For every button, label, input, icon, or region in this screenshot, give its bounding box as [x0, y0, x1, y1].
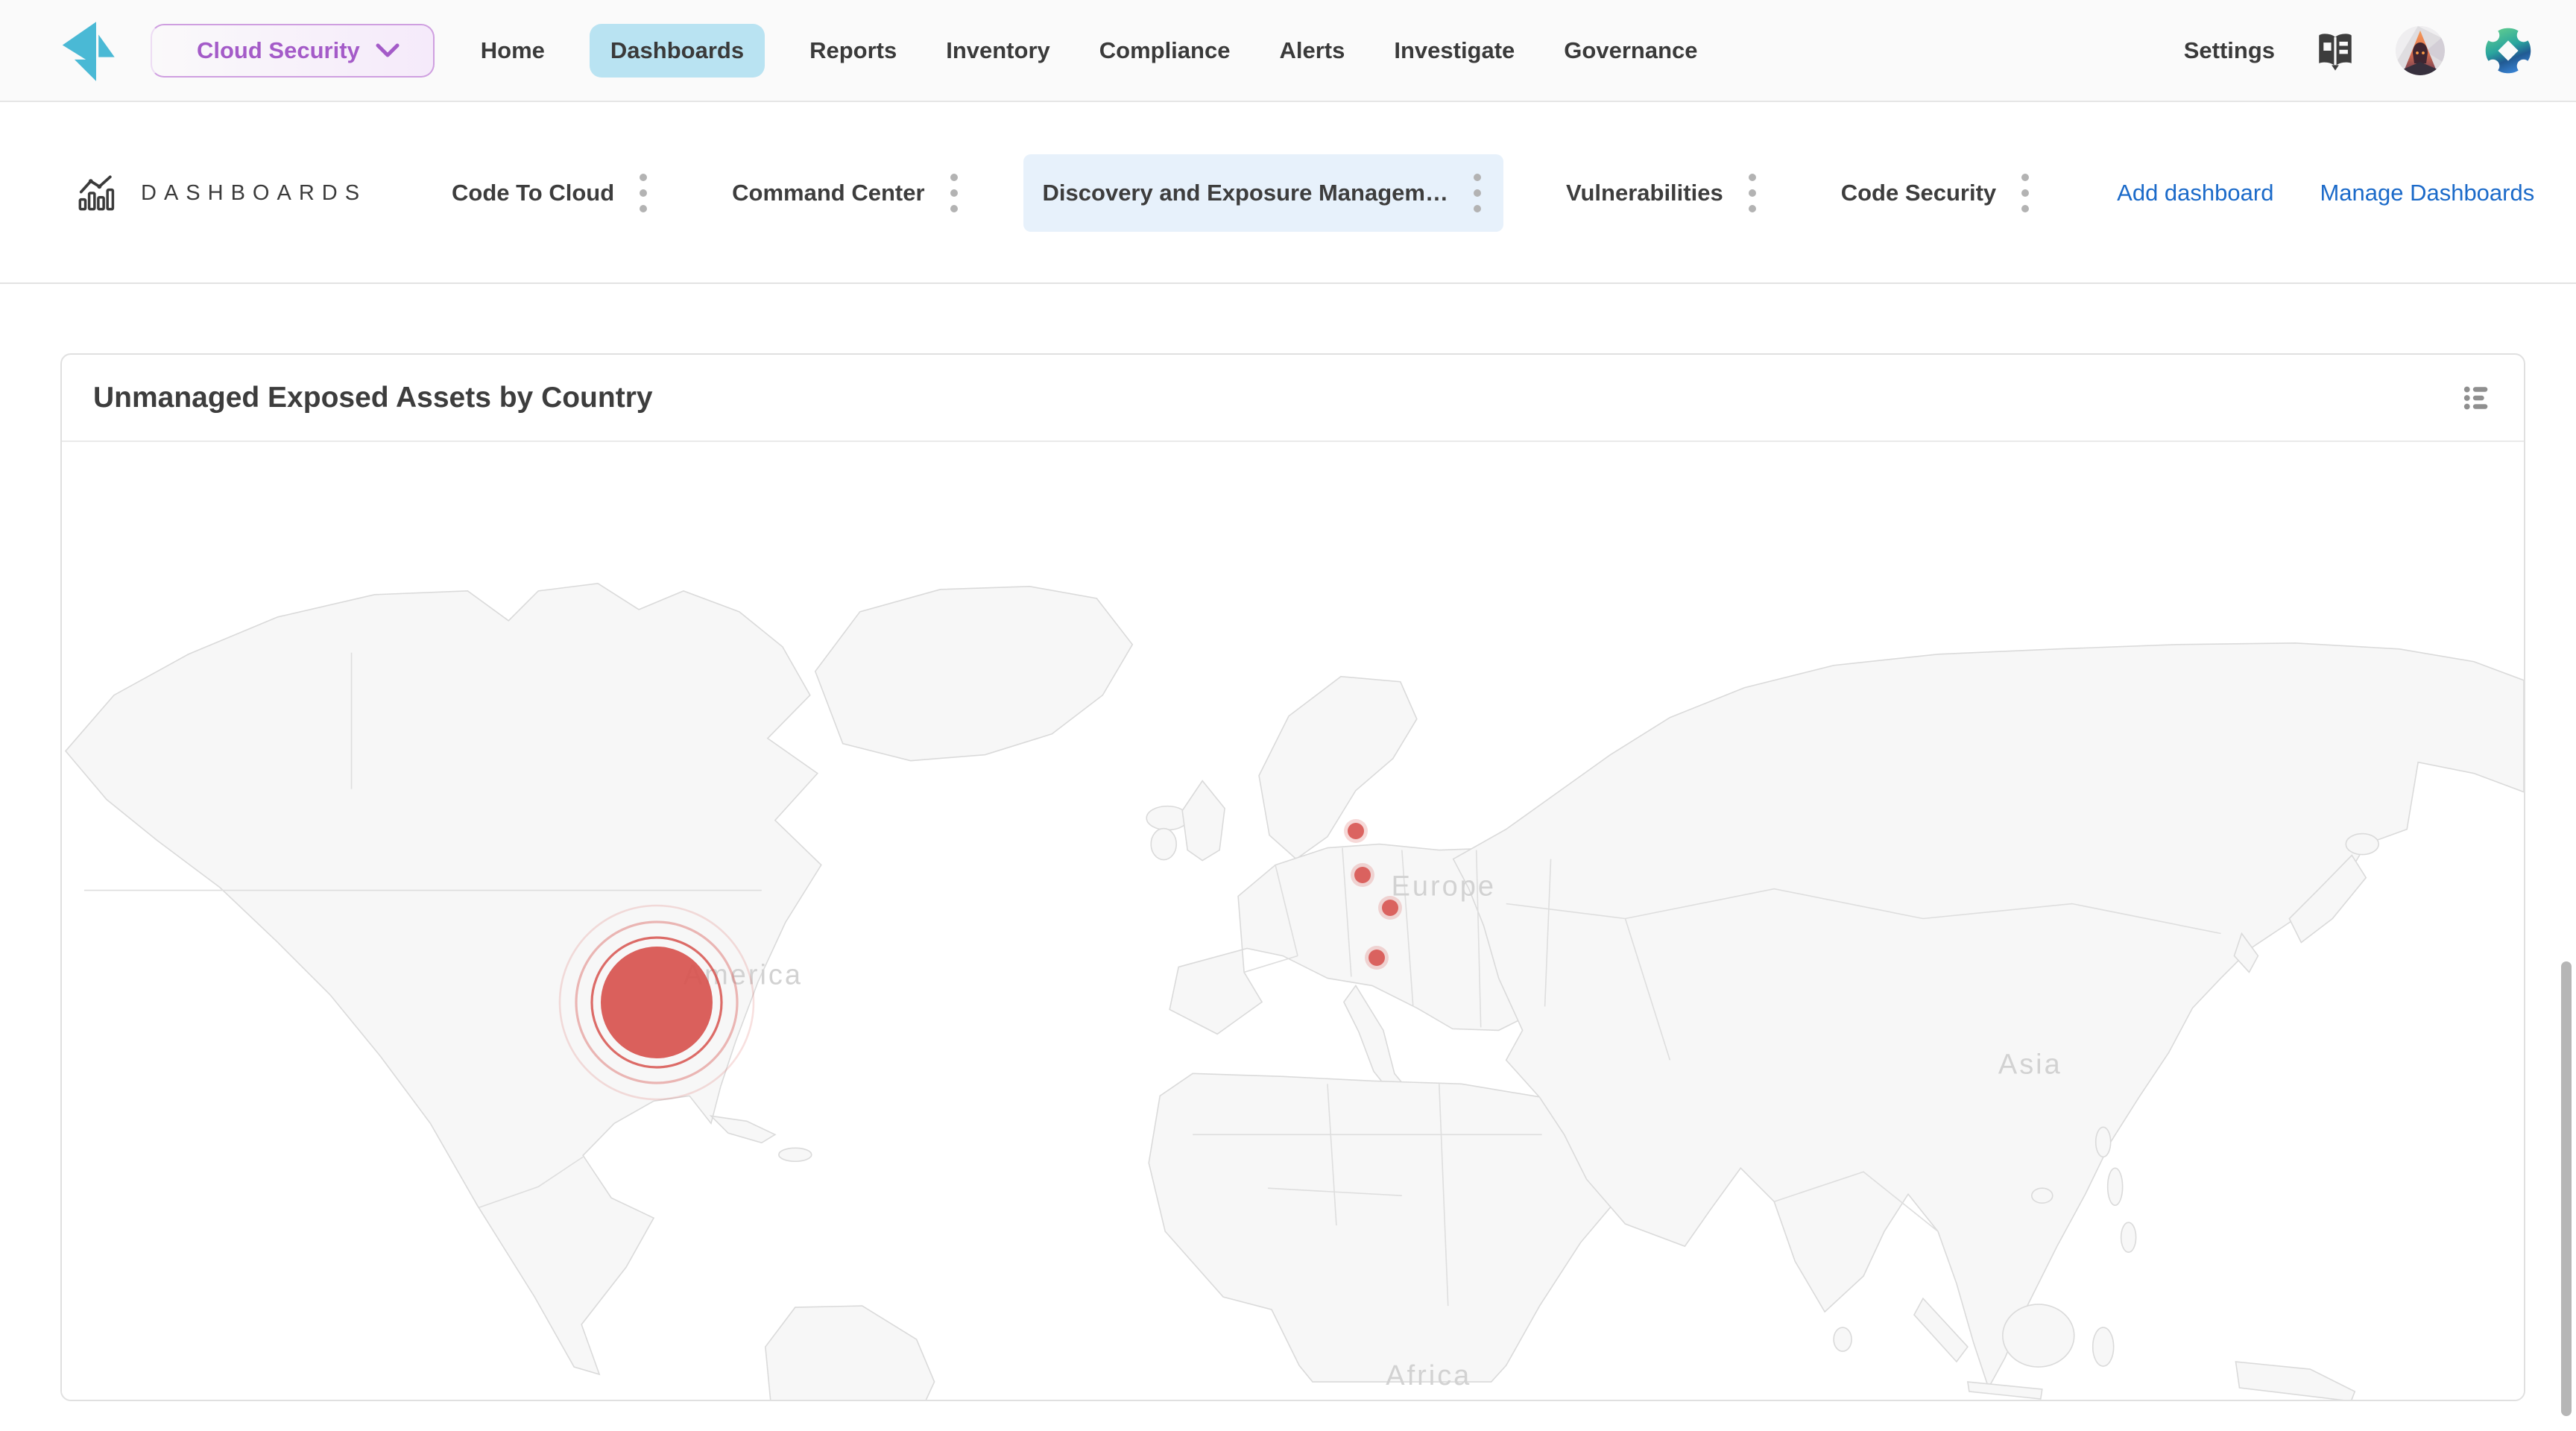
world-map[interactable]: America Europe Asia Africa — [62, 442, 2524, 1401]
nav-item-inventory[interactable]: Inventory — [941, 24, 1055, 78]
nav-item-investigate[interactable]: Investigate — [1389, 24, 1519, 78]
cortex-copilot-icon[interactable] — [2484, 26, 2533, 75]
dashboard-tab-command-center[interactable]: Command Center — [713, 154, 979, 232]
legend-list-icon[interactable] — [2463, 383, 2497, 413]
widget-title: Unmanaged Exposed Assets by Country — [93, 382, 653, 414]
dashboard-actions: Add dashboard Manage Dashboards — [2117, 180, 2534, 206]
dashboard-tab-discovery-exposure[interactable]: Discovery and Exposure Managem… — [1023, 154, 1503, 232]
asset-bubble-north-america[interactable] — [537, 883, 776, 1122]
dashboard-tab-code-security[interactable]: Code Security — [1822, 154, 2051, 232]
nav-item-reports[interactable]: Reports — [805, 24, 901, 78]
dashboards-section-label: DASHBOARDS — [77, 174, 367, 212]
add-dashboard-link[interactable]: Add dashboard — [2117, 180, 2273, 206]
asset-dot-europe-3[interactable] — [1366, 884, 1414, 932]
manage-dashboards-link[interactable]: Manage Dashboards — [2320, 180, 2534, 206]
settings-link[interactable]: Settings — [2184, 37, 2275, 64]
asset-dot-europe-4[interactable] — [1353, 934, 1401, 982]
nav-item-compliance[interactable]: Compliance — [1095, 24, 1235, 78]
map-widget-card: Unmanaged Exposed Assets by Country — [60, 353, 2525, 1401]
nav-item-dashboards[interactable]: Dashboards — [590, 24, 765, 78]
main-nav: Home Dashboards Reports Inventory Compli… — [476, 24, 1702, 78]
documentation-book-icon[interactable] — [2314, 29, 2357, 72]
top-navigation-bar: Cloud Security Home Dashboards Reports I… — [0, 0, 2576, 102]
kebab-menu-icon[interactable] — [947, 171, 961, 215]
product-logo-icon[interactable] — [52, 15, 119, 86]
asset-dot-europe-1[interactable] — [1332, 807, 1380, 855]
widget-header: Unmanaged Exposed Assets by Country — [62, 355, 2524, 442]
chart-icon — [77, 174, 116, 212]
kebab-menu-icon[interactable] — [1746, 171, 1759, 215]
user-avatar[interactable] — [2396, 26, 2445, 75]
nav-item-home[interactable]: Home — [476, 24, 549, 78]
dashboard-tab-code-to-cloud[interactable]: Code To Cloud — [432, 154, 669, 232]
kebab-menu-icon[interactable] — [2018, 171, 2032, 215]
map-markers-layer — [62, 442, 2524, 1401]
kebab-menu-icon[interactable] — [637, 171, 650, 215]
topbar-right-group: Settings — [2184, 26, 2533, 75]
nav-item-alerts[interactable]: Alerts — [1275, 24, 1349, 78]
chevron-down-icon — [375, 42, 400, 59]
kebab-menu-icon[interactable] — [1471, 171, 1484, 215]
nav-item-governance[interactable]: Governance — [1559, 24, 1702, 78]
dashboard-tab-vulnerabilities[interactable]: Vulnerabilities — [1547, 154, 1778, 232]
dashboards-label-text: DASHBOARDS — [141, 181, 367, 206]
page-scrollbar[interactable] — [2561, 961, 2572, 1416]
product-switcher-dropdown[interactable]: Cloud Security — [151, 24, 435, 78]
product-switcher-label: Cloud Security — [197, 37, 360, 64]
dashboards-toolbar: DASHBOARDS Code To Cloud Command Center … — [0, 104, 2576, 284]
